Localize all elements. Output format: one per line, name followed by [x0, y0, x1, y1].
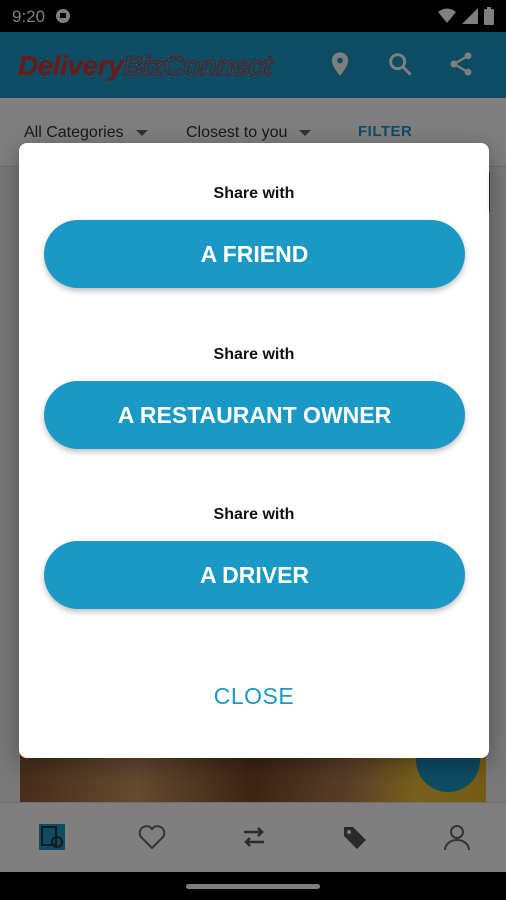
share-friend-button[interactable]: A FRIEND	[44, 220, 465, 288]
share-with-caption: Share with	[213, 346, 295, 363]
close-button[interactable]: CLOSE	[19, 683, 489, 710]
share-restaurant-owner-button[interactable]: A RESTAURANT OWNER	[44, 381, 465, 449]
share-with-caption: Share with	[213, 185, 295, 202]
share-driver-button[interactable]: A DRIVER	[44, 541, 465, 609]
share-dialog: Share with A FRIEND Share with A RESTAUR…	[19, 143, 489, 758]
share-with-caption: Share with	[213, 506, 295, 523]
